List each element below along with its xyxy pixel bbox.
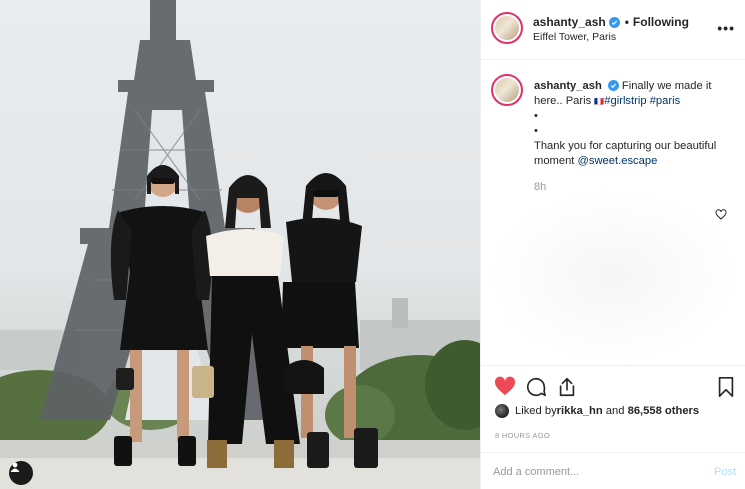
photo-illustration <box>0 0 480 489</box>
hashtag-girlstrip[interactable]: #girlstrip <box>604 95 646 107</box>
caption-bullet: • <box>534 125 538 137</box>
post-header: ashanty_ash • Following Eiffel Tower, Pa… <box>481 0 745 60</box>
mention-link[interactable]: @sweet.escape <box>578 155 658 167</box>
flag-emoji: 🇫🇷 <box>594 97 605 106</box>
comment-form: Post <box>481 452 745 489</box>
author-row: ashanty_ash • Following <box>533 15 689 29</box>
caption-username[interactable]: ashanty_ash <box>534 80 602 92</box>
author-username[interactable]: ashanty_ash <box>533 15 606 29</box>
comments-area: ashanty_ash Finally we made it here.. Pa… <box>481 61 745 361</box>
separator-dot: • <box>624 15 629 29</box>
hashtag-paris[interactable]: #paris <box>650 95 680 107</box>
likes-middle: and <box>602 405 628 417</box>
likes-count[interactable]: 86,558 others <box>628 405 700 417</box>
author-avatar[interactable] <box>491 12 523 44</box>
heart-icon[interactable] <box>494 376 516 401</box>
liker-username[interactable]: rikka_hn <box>557 405 603 417</box>
liker-avatar[interactable] <box>495 404 509 418</box>
post-comment-button[interactable]: Post <box>714 466 736 478</box>
post-side-panel: ashanty_ash • Following Eiffel Tower, Pa… <box>480 0 745 489</box>
user-tag-icon[interactable] <box>9 461 33 485</box>
post-caption: ashanty_ash Finally we made it here.. Pa… <box>534 79 719 169</box>
comment-like-icon[interactable] <box>715 207 727 225</box>
comment-icon[interactable] <box>525 376 547 403</box>
post-photo[interactable] <box>0 0 480 489</box>
caption-bullet: • <box>534 110 538 122</box>
post-timestamp[interactable]: 8 HOURS AGO <box>495 431 550 440</box>
bookmark-icon[interactable] <box>717 376 735 403</box>
share-icon[interactable] <box>556 376 578 403</box>
following-button[interactable]: Following <box>633 15 689 29</box>
verified-badge-icon <box>608 16 620 28</box>
blurred-comments <box>491 191 736 361</box>
verified-badge-icon <box>607 80 619 91</box>
action-bar <box>481 365 745 407</box>
more-options-button[interactable]: ••• <box>717 20 735 36</box>
caption-avatar[interactable] <box>491 74 523 106</box>
likes-prefix: Liked by <box>515 405 557 417</box>
comment-input[interactable] <box>493 462 693 482</box>
location-link[interactable]: Eiffel Tower, Paris <box>533 31 616 43</box>
likes-summary: Liked by rikka_hn and 86,558 others <box>495 404 699 418</box>
